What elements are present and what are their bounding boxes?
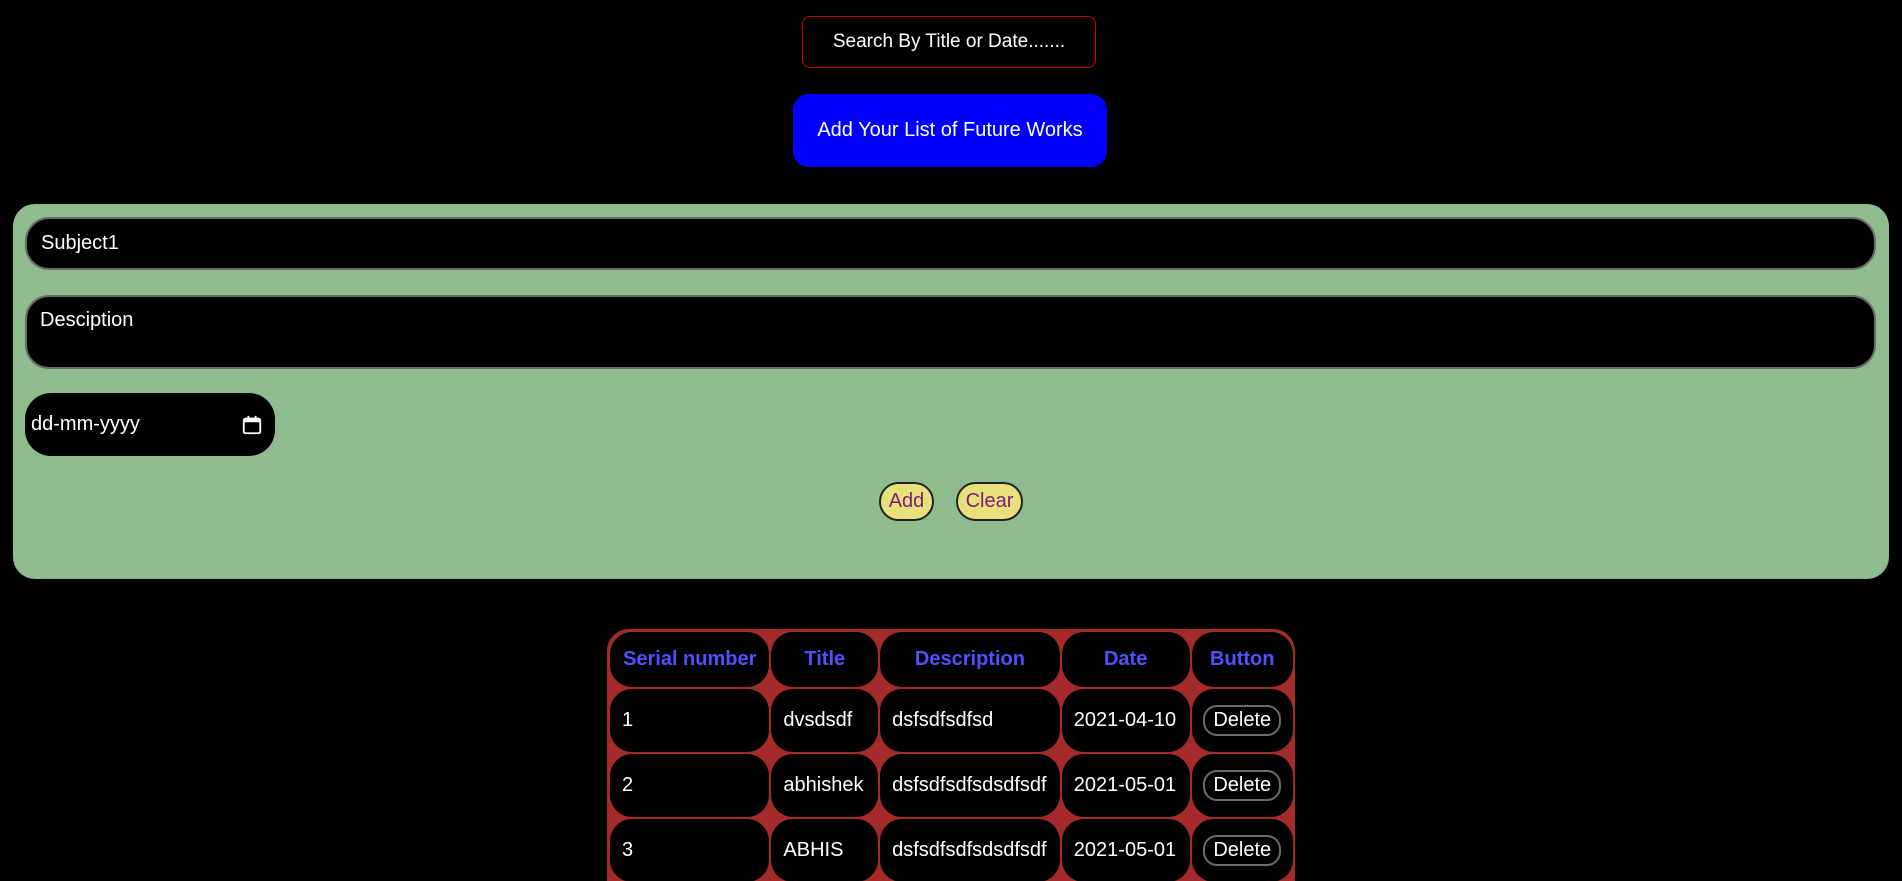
cell-date: 2021-05-01	[1061, 754, 1190, 817]
works-table: Serial number Title Description Date But…	[608, 630, 1295, 881]
cell-serial: 2	[610, 754, 770, 817]
cell-date: 2021-05-01	[1061, 819, 1190, 881]
table-row: 1 dvsdsdf dsfsdfsdfsd 2021-04-10 Delete	[610, 689, 1293, 752]
header-serial-number: Serial number	[610, 632, 770, 687]
cell-title: ABHIS	[771, 819, 879, 881]
delete-button[interactable]: Delete	[1203, 835, 1282, 866]
date-placeholder: dd-mm-yyyy	[31, 413, 140, 435]
add-button[interactable]: Add	[879, 482, 934, 521]
cell-button: Delete	[1191, 754, 1293, 817]
cell-title: dvsdsdf	[771, 689, 879, 752]
calendar-icon[interactable]	[241, 414, 263, 436]
delete-button[interactable]: Delete	[1203, 705, 1282, 736]
header-title: Title	[771, 632, 879, 687]
cell-serial: 3	[610, 819, 770, 881]
subject-input[interactable]	[25, 217, 1876, 270]
cell-button: Delete	[1191, 689, 1293, 752]
delete-button[interactable]: Delete	[1203, 770, 1282, 801]
clear-button[interactable]: Clear	[956, 482, 1023, 521]
table-header-row: Serial number Title Description Date But…	[610, 632, 1293, 687]
works-table-container: Serial number Title Description Date But…	[607, 629, 1295, 881]
cell-description: dsfsdfsdfsdsdfsdf	[880, 819, 1060, 881]
add-list-heading-button[interactable]: Add Your List of Future Works	[793, 94, 1107, 167]
cell-date: 2021-04-10	[1061, 689, 1190, 752]
cell-button: Delete	[1191, 819, 1293, 881]
page: Add Your List of Future Works dd-mm-yyyy…	[0, 0, 1902, 881]
table-row: 3 ABHIS dsfsdfsdfsdsdfsdf 2021-05-01 Del…	[610, 819, 1293, 881]
header-date: Date	[1061, 632, 1190, 687]
cell-title: abhishek	[771, 754, 879, 817]
add-work-form: dd-mm-yyyy Add Clear	[13, 204, 1889, 579]
header-button: Button	[1191, 632, 1293, 687]
cell-description: dsfsdfsdfsd	[880, 689, 1060, 752]
table-row: 2 abhishek dsfsdfsdfsdsdfsdf 2021-05-01 …	[610, 754, 1293, 817]
cell-serial: 1	[610, 689, 770, 752]
search-input[interactable]	[802, 16, 1096, 68]
date-input[interactable]: dd-mm-yyyy	[25, 393, 275, 456]
header-description: Description	[880, 632, 1060, 687]
cell-description: dsfsdfsdfsdsdfsdf	[880, 754, 1060, 817]
description-textarea[interactable]	[25, 295, 1876, 369]
